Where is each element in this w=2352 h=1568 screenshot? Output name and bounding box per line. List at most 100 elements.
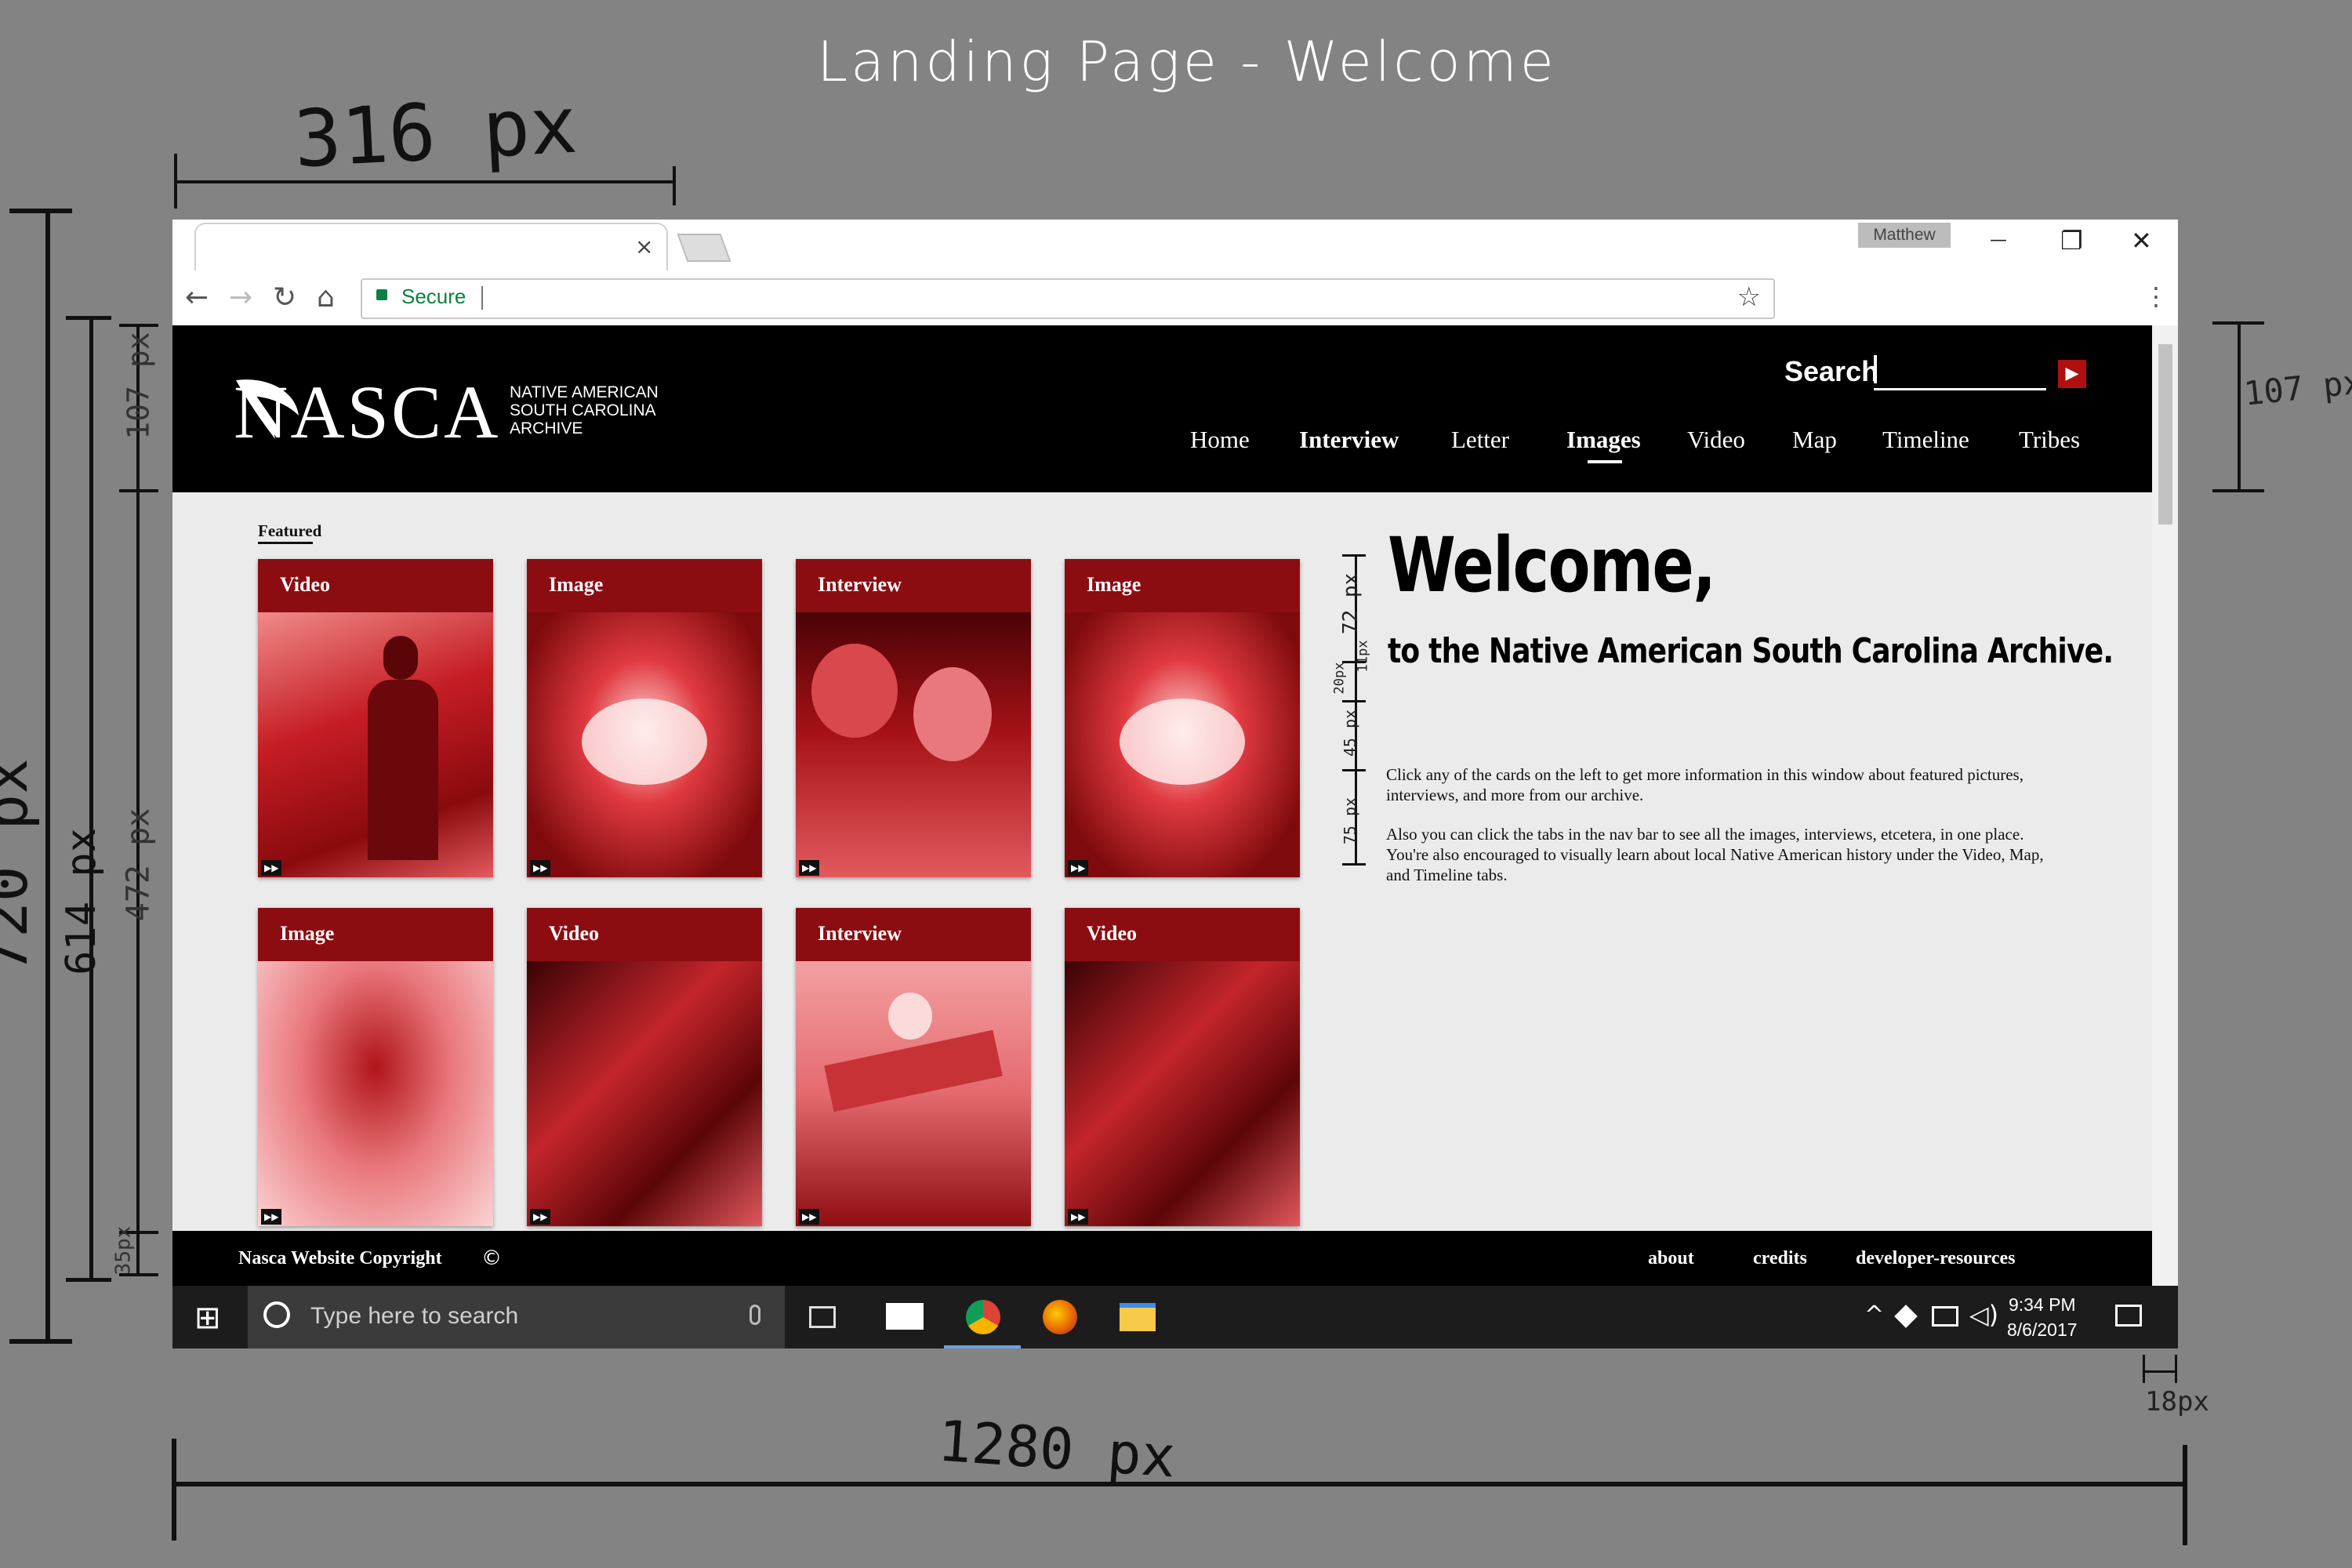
browser-menu-icon[interactable]: ⋮: [2143, 281, 2169, 311]
action-center-icon[interactable]: [2115, 1305, 2142, 1327]
taskbar-clock[interactable]: 9:34 PM 8/6/2017: [2007, 1292, 2078, 1342]
card-label: Image: [1087, 573, 1142, 596]
card-label: Interview: [818, 573, 902, 596]
ruler-316: [176, 180, 674, 183]
featured-card[interactable]: Video ▶▶: [1065, 908, 1300, 1226]
card-header: Image: [1065, 559, 1300, 612]
ruler-tick-a: [119, 324, 158, 327]
annotation-35px: 35px: [111, 1225, 136, 1276]
footer-link-developer-resources[interactable]: developer-resources: [1856, 1248, 2016, 1269]
nav-timeline[interactable]: Timeline: [1882, 426, 1969, 454]
home-icon[interactable]: ⌂: [317, 281, 335, 314]
annotation-20px: 20px: [1331, 662, 1348, 695]
profile-badge[interactable]: Matthew: [1858, 223, 1951, 248]
footer-link-credits[interactable]: credits: [1753, 1248, 1807, 1269]
face-paint-shape: [582, 699, 707, 785]
start-icon[interactable]: ⊞: [194, 1300, 221, 1336]
ruler-472: [136, 325, 140, 1276]
chrome-icon[interactable]: [966, 1300, 1000, 1334]
scrollbar-thumb[interactable]: [2158, 344, 2172, 524]
card-label: Interview: [818, 922, 902, 945]
play-icon: ▶▶: [1068, 860, 1089, 876]
address-divider: [481, 286, 483, 310]
dropbox-icon[interactable]: [1894, 1305, 1918, 1328]
card-header: Interview: [796, 908, 1031, 961]
nav-video[interactable]: Video: [1687, 426, 1745, 454]
featured-card[interactable]: Video ▶▶: [258, 559, 493, 877]
annotation-18px: 18px: [2145, 1386, 2209, 1417]
tray-chevron-icon[interactable]: ^: [1864, 1301, 1884, 1329]
ruler-18-tick-left: [2143, 1355, 2145, 1383]
ruler-720: [45, 210, 50, 1341]
logo-subtitle-line: NATIVE AMERICAN: [510, 383, 659, 401]
search-input[interactable]: [1874, 388, 2046, 390]
task-view-icon[interactable]: [809, 1306, 836, 1328]
intro-paragraph-2: Also you can click the tabs in the nav b…: [1386, 825, 2044, 884]
taskbar-search[interactable]: Type here to search: [248, 1286, 785, 1348]
browser-toolbar: ← → ↻ ⌂ Secure ☆ ⋮: [172, 270, 2178, 327]
nav-interview[interactable]: Interview: [1299, 426, 1399, 454]
clock-time: 9:34 PM: [2008, 1294, 2076, 1315]
annotation-316px: 316 px: [292, 78, 580, 186]
back-icon[interactable]: ←: [185, 281, 209, 314]
card-image: [527, 612, 762, 877]
annotation-75px: 75 px: [1341, 797, 1360, 845]
browser-tab[interactable]: ×: [194, 223, 668, 272]
mail-icon[interactable]: [886, 1303, 924, 1330]
featured-underline: [258, 542, 313, 544]
search-submit-button[interactable]: ▶: [2058, 360, 2086, 388]
footer-link-about[interactable]: about: [1648, 1248, 1694, 1269]
volume-icon[interactable]: ◁): [1969, 1300, 1998, 1330]
reload-icon[interactable]: ↻: [273, 281, 296, 314]
address-bar[interactable]: Secure ☆: [361, 278, 1775, 319]
ruler-1280-tick-left: [172, 1439, 176, 1541]
microphone-icon[interactable]: [750, 1305, 760, 1325]
site-logo[interactable]: NASCA: [234, 368, 500, 456]
bookmark-star-icon[interactable]: ☆: [1737, 281, 1761, 313]
featured-card[interactable]: Interview ▶▶: [796, 559, 1031, 877]
page-title: Landing Page - Welcome: [817, 30, 1557, 94]
nav-map[interactable]: Map: [1792, 426, 1837, 454]
featured-card[interactable]: Video ▶▶: [527, 908, 762, 1226]
network-icon[interactable]: [1932, 1306, 1958, 1327]
figure-shape: [824, 1029, 1003, 1112]
play-icon: ▶▶: [530, 1209, 551, 1225]
ruler-18-tick-right: [2175, 1355, 2177, 1383]
card-label: Image: [280, 922, 335, 945]
card-header: Video: [1065, 908, 1300, 961]
annotation-11px: 11px: [1355, 640, 1371, 673]
ruler-107-right-top: [2212, 321, 2264, 325]
annotation-45px: 45 px: [1341, 709, 1360, 757]
play-icon: ▶▶: [799, 1209, 820, 1225]
featured-card[interactable]: Interview ▶▶: [796, 908, 1031, 1226]
minimize-icon[interactable]: —: [1990, 230, 2007, 250]
nav-images[interactable]: Images: [1566, 426, 1641, 454]
featured-card[interactable]: Image ▶▶: [1065, 559, 1300, 877]
play-icon: ▶▶: [530, 860, 551, 876]
nav-home[interactable]: Home: [1190, 426, 1250, 454]
file-explorer-icon[interactable]: [1120, 1303, 1156, 1331]
page-scrollbar[interactable]: [2152, 325, 2178, 1286]
ruler-316-tick-left: [174, 154, 177, 209]
welcome-heading: Welcome,: [1388, 521, 1716, 609]
logo-subtitle: NATIVE AMERICAN SOUTH CAROLINA ARCHIVE: [510, 383, 659, 437]
card-image: [258, 961, 493, 1226]
featured-card[interactable]: Image ▶▶: [258, 908, 493, 1226]
figure-shape: [913, 667, 992, 761]
featured-card[interactable]: Image ▶▶: [527, 559, 762, 877]
close-window-icon[interactable]: ✕: [2131, 226, 2152, 256]
card-label: Video: [1087, 922, 1138, 945]
forward-icon[interactable]: →: [229, 281, 252, 314]
nav-letter[interactable]: Letter: [1451, 426, 1509, 454]
browser-window: × Matthew — ❐ ✕ ← → ↻ ⌂ Secure ☆ ⋮ NASCA…: [172, 220, 2178, 1348]
firefox-icon[interactable]: [1043, 1300, 1077, 1334]
ruler-614-tick-bottom: [66, 1278, 111, 1282]
play-icon: ▶▶: [261, 860, 282, 876]
nav-tribes[interactable]: Tribes: [2019, 426, 2080, 454]
site-header: NASCA NATIVE AMERICAN SOUTH CAROLINA ARC…: [172, 325, 2152, 492]
tab-close-icon[interactable]: ×: [635, 234, 653, 260]
restore-icon[interactable]: ❐: [2060, 226, 2083, 256]
card-header: Image: [527, 559, 762, 612]
new-tab-button[interactable]: [677, 234, 731, 262]
logo-subtitle-line: SOUTH CAROLINA: [510, 401, 656, 419]
